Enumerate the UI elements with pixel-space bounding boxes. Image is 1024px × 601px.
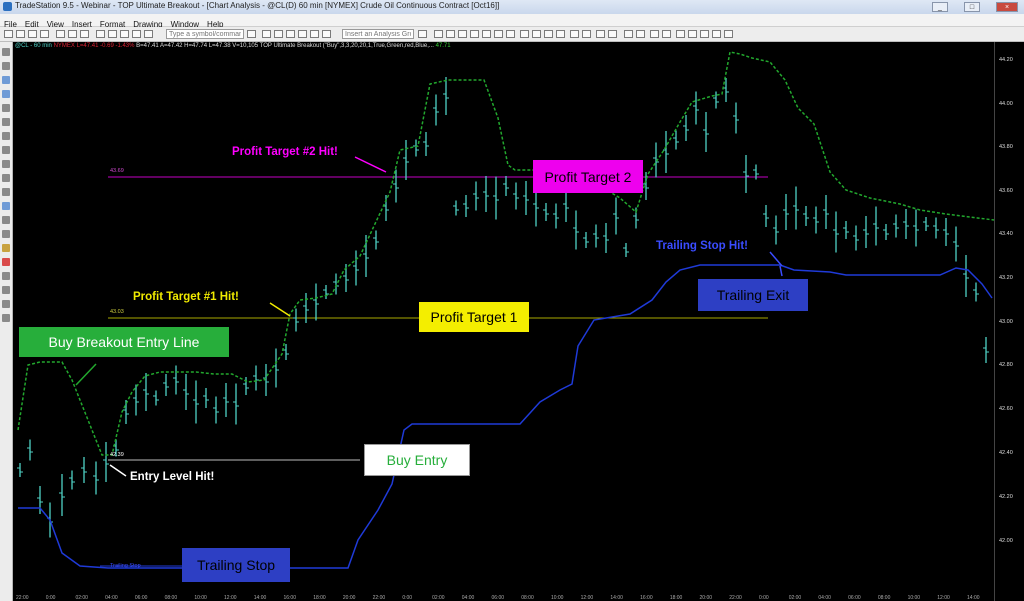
time-tick: 18:00	[313, 595, 326, 601]
price-tick: 42.00	[999, 538, 1013, 544]
time-tick: 14:00	[610, 595, 623, 601]
trailing-stop-level-label: Trailing Stop	[110, 563, 141, 569]
trailing-stop-hit-label: Trailing Stop Hit!	[656, 240, 748, 252]
time-tick: 0:00	[45, 595, 56, 601]
pt2-level-label: 43.69	[110, 168, 124, 174]
time-tick: 22:00	[16, 595, 29, 601]
pt1-hit-pointer	[269, 302, 291, 317]
price-tick: 44.00	[999, 101, 1013, 107]
trailing-stop-hit-pointer	[769, 251, 783, 267]
entry-level-hit-label: Entry Level Hit!	[130, 471, 215, 483]
price-tick: 44.20	[999, 57, 1013, 63]
price-tick: 42.60	[999, 406, 1013, 412]
time-tick: 12:00	[224, 595, 237, 601]
entry-line-pointer	[75, 363, 97, 386]
time-tick: 14:00	[253, 595, 267, 601]
time-tick: 22:00	[729, 595, 742, 601]
price-tick: 43.20	[999, 275, 1013, 281]
time-tick: 06:00	[848, 595, 861, 601]
time-tick: 16:00	[640, 595, 653, 601]
time-tick: 18:00	[669, 595, 683, 601]
price-axis[interactable]: 44.20 44.00 43.80 43.60 43.40 43.20 43.0…	[994, 42, 1024, 601]
pt1-level-label: 43.03	[110, 309, 124, 315]
profit-target-1-hit-label: Profit Target #1 Hit!	[133, 291, 239, 303]
time-tick: 0:00	[758, 595, 769, 601]
entry-level-label: 42.39	[110, 452, 124, 458]
time-tick: 06:00	[491, 595, 505, 601]
price-tick: 43.00	[999, 319, 1013, 325]
pt2-hit-pointer	[354, 156, 387, 173]
buy-entry-callout: Buy Entry	[364, 444, 470, 476]
entry-hit-pointer	[109, 464, 127, 477]
time-tick: 04:00	[818, 595, 831, 601]
time-tick: 02:00	[788, 595, 802, 601]
time-tick: 10:00	[907, 595, 921, 601]
trailing-exit-callout: Trailing Exit	[698, 279, 808, 311]
time-tick: 08:00	[877, 595, 891, 601]
time-tick: 04:00	[461, 595, 475, 601]
price-tick: 43.60	[999, 188, 1013, 194]
time-tick: 08:00	[521, 595, 534, 601]
trailing-stop-callout: Trailing Stop	[182, 548, 290, 582]
time-tick: 04:00	[105, 595, 118, 601]
price-tick: 42.80	[999, 362, 1013, 368]
profit-target-1-callout: Profit Target 1	[419, 302, 529, 332]
time-tick: 06:00	[134, 595, 148, 601]
time-tick: 10:00	[194, 595, 207, 601]
time-tick: 20:00	[699, 595, 713, 601]
time-tick: 12:00	[937, 595, 950, 601]
time-tick: 08:00	[164, 595, 178, 601]
time-tick: 22:00	[372, 595, 386, 601]
profit-target-2-hit-label: Profit Target #2 Hit!	[232, 146, 338, 158]
time-tick: 14:00	[967, 595, 980, 601]
time-tick: 16:00	[283, 595, 296, 601]
profit-target-2-callout: Profit Target 2	[533, 160, 643, 193]
price-tick: 43.40	[999, 231, 1013, 237]
time-tick: 0:00	[402, 595, 413, 601]
buy-breakout-entry-line	[17, 51, 995, 456]
trailing-exit-pointer	[779, 265, 783, 277]
time-tick: 12:00	[580, 595, 594, 601]
time-tick: 10:00	[550, 595, 564, 601]
buy-breakout-entry-line-callout: Buy Breakout Entry Line	[19, 327, 229, 357]
time-tick: 02:00	[75, 595, 88, 601]
price-tick: 42.40	[999, 450, 1013, 456]
price-tick: 43.80	[999, 144, 1013, 150]
time-tick: 20:00	[342, 595, 356, 601]
price-tick: 42.20	[999, 494, 1013, 500]
time-tick: 02:00	[432, 595, 445, 601]
